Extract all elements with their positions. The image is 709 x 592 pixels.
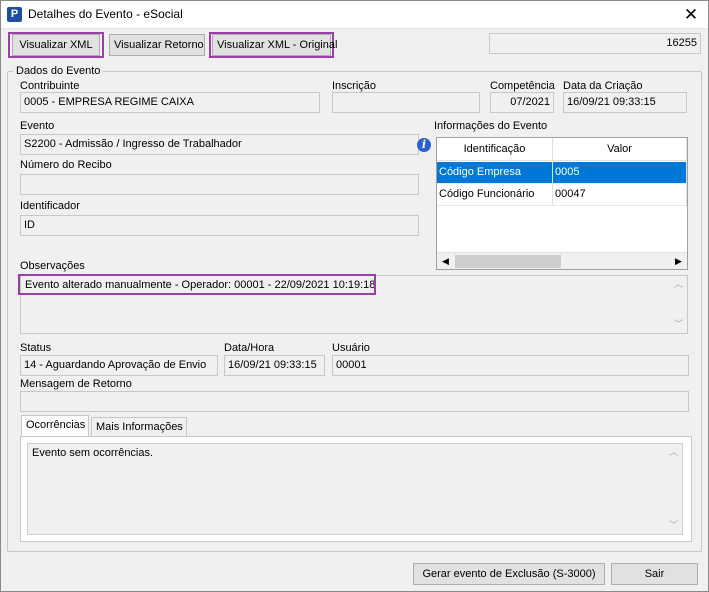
usuario-label: Usuário [332, 342, 370, 354]
identificador-label: Identificador [20, 200, 80, 212]
app-logo-icon: P [7, 7, 22, 22]
cell-valor: 00047 [553, 184, 687, 206]
scroll-down-icon[interactable]: ﹀ [665, 517, 682, 534]
highlight-observacoes [18, 274, 376, 295]
evento-label: Evento [20, 120, 55, 132]
scroll-thumb[interactable] [455, 255, 561, 268]
scroll-up-icon[interactable]: ︿ [665, 444, 682, 461]
table-row[interactable]: Código Funcionário 00047 [437, 184, 687, 206]
view-xml-original-button[interactable]: Visualizar XML - Original [212, 34, 337, 56]
cell-identificacao: Código Funcionário [437, 184, 553, 206]
grid-header: Identificação Valor [437, 138, 687, 161]
column-header-identificacao[interactable]: Identificação [437, 138, 553, 161]
numero-recibo-field[interactable] [20, 174, 419, 195]
close-icon[interactable]: ✕ [674, 1, 708, 29]
info-icon[interactable]: i [417, 138, 431, 152]
identificador-field[interactable]: ID [20, 215, 419, 236]
tab-ocorrencias[interactable]: Ocorrências [21, 415, 89, 438]
status-field[interactable]: 14 - Aguardando Aprovação de Envio [20, 355, 218, 376]
exit-button[interactable]: Sair [611, 563, 698, 585]
inscricao-label: Inscrição [332, 80, 377, 92]
scroll-up-icon[interactable]: ︿ [670, 276, 687, 293]
cell-identificacao: Código Empresa [437, 162, 553, 184]
info-evento-label: Informações do Evento [434, 120, 548, 132]
event-id-field: 16255 [489, 33, 701, 54]
numero-recibo-label: Número do Recibo [20, 159, 112, 171]
ocorrencias-text: Evento sem ocorrências. [32, 447, 154, 459]
vertical-scrollbar[interactable]: ︿ ﹀ [670, 276, 687, 333]
view-return-button[interactable]: Visualizar Retorno [109, 34, 205, 56]
view-xml-button[interactable]: Visualizar XML [12, 34, 100, 56]
column-header-valor[interactable]: Valor [553, 138, 687, 161]
competencia-label: Competência [490, 80, 555, 92]
mensagem-retorno-label: Mensagem de Retorno [20, 378, 132, 390]
generate-exclusion-button[interactable]: Gerar evento de Exclusão (S-3000) [413, 563, 605, 585]
mensagem-retorno-field[interactable] [20, 391, 689, 412]
ocorrencias-memo[interactable]: Evento sem ocorrências. ︿ ﹀ [27, 443, 683, 535]
cell-valor: 0005 [553, 162, 687, 184]
scroll-right-icon[interactable]: ▶ [670, 253, 687, 269]
observacoes-label: Observações [20, 260, 85, 272]
contribuinte-field[interactable]: 0005 - EMPRESA REGIME CAIXA [20, 92, 320, 113]
window-title: Detalhes do Evento - eSocial [28, 7, 183, 21]
data-hora-label: Data/Hora [224, 342, 275, 354]
data-criacao-field[interactable]: 16/09/21 09:33:15 [563, 92, 687, 113]
competencia-field[interactable]: 07/2021 [490, 92, 554, 113]
usuario-field[interactable]: 00001 [332, 355, 689, 376]
title-bar: P Detalhes do Evento - eSocial ✕ [1, 1, 708, 29]
scroll-down-icon[interactable]: ﹀ [670, 316, 687, 333]
scroll-left-icon[interactable]: ◀ [437, 253, 454, 269]
tab-mais-informacoes[interactable]: Mais Informações [91, 417, 187, 438]
vertical-scrollbar[interactable]: ︿ ﹀ [665, 444, 682, 534]
data-criacao-label: Data da Criação [563, 80, 643, 92]
event-details-window: P Detalhes do Evento - eSocial ✕ Visuali… [0, 0, 709, 592]
table-row[interactable]: Código Empresa 0005 [437, 162, 687, 184]
data-hora-field[interactable]: 16/09/21 09:33:15 [224, 355, 325, 376]
inscricao-field[interactable] [332, 92, 480, 113]
event-data-group-title: Dados do Evento [13, 65, 104, 77]
horizontal-scrollbar[interactable]: ◀ ▶ [437, 252, 687, 269]
contribuinte-label: Contribuinte [20, 80, 80, 92]
ocorrencias-panel: Evento sem ocorrências. ︿ ﹀ [20, 436, 692, 542]
status-label: Status [20, 342, 52, 354]
evento-field[interactable]: S2200 - Admissão / Ingresso de Trabalhad… [20, 134, 419, 155]
info-evento-grid[interactable]: Identificação Valor Código Empresa 0005 … [436, 137, 688, 270]
